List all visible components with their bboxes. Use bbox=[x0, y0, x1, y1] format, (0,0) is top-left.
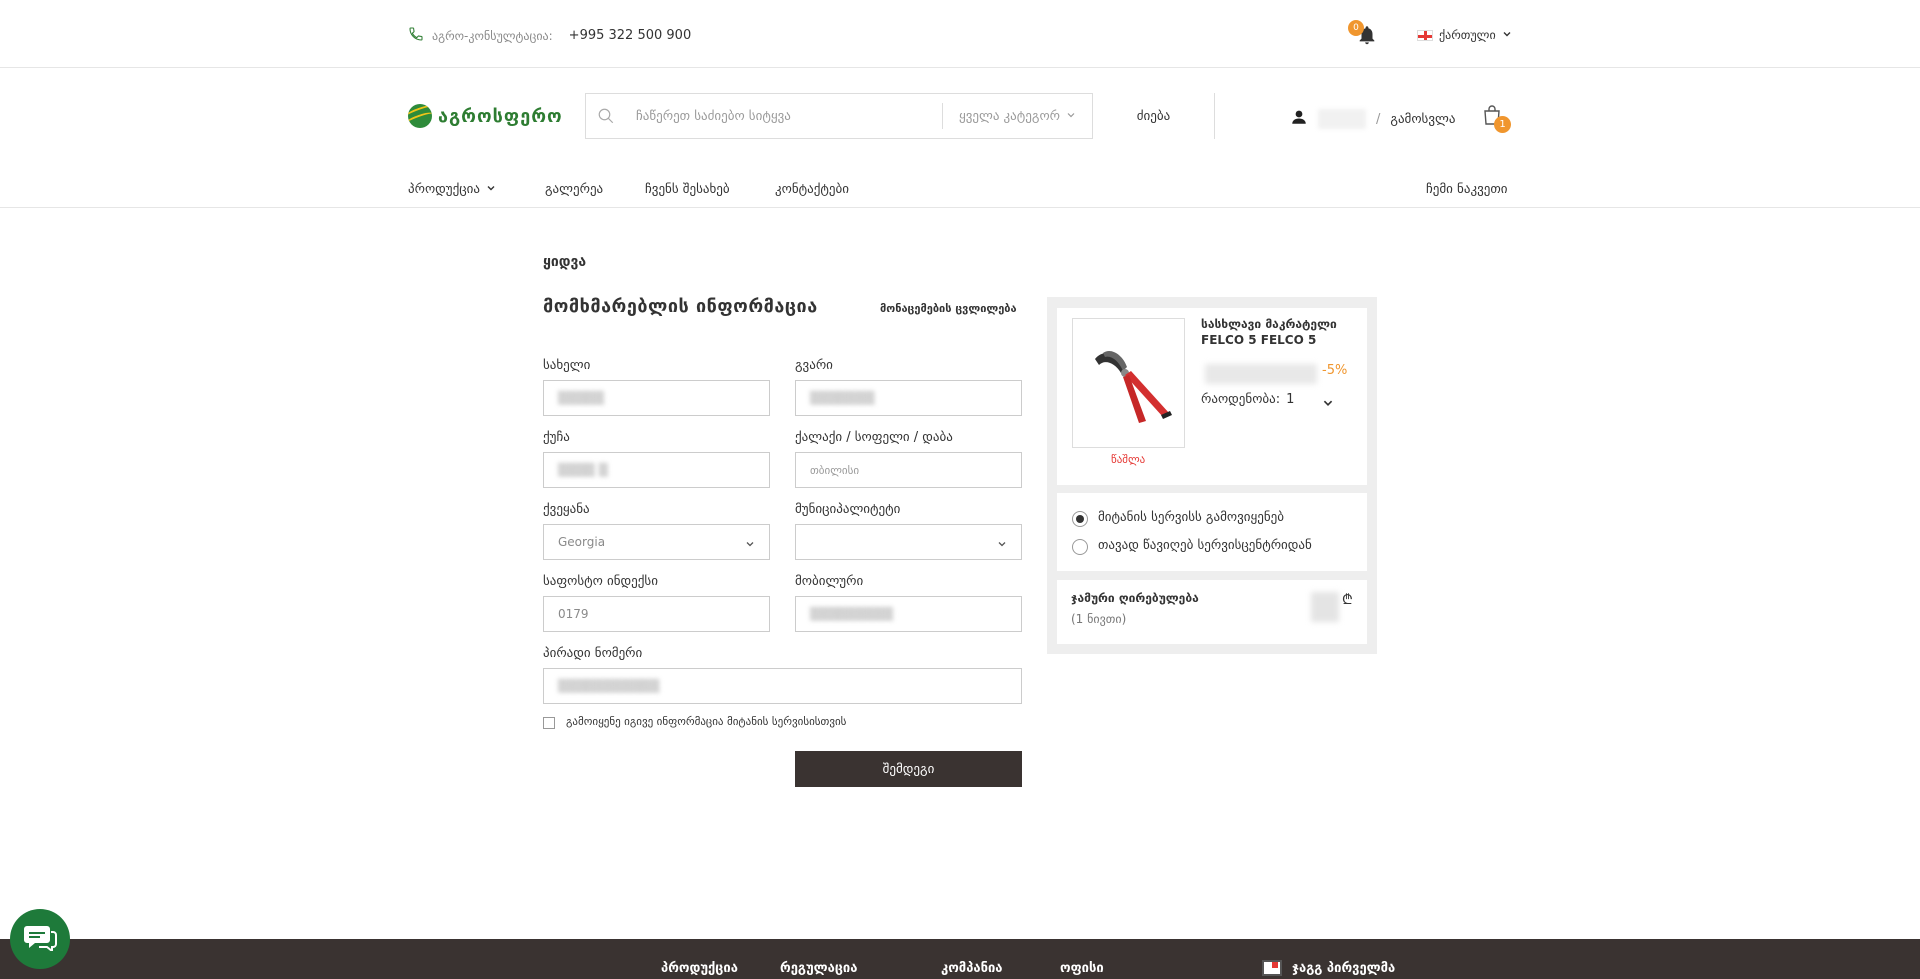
georgia-flag-icon bbox=[1417, 29, 1433, 41]
chat-button[interactable] bbox=[10, 909, 70, 969]
footer-first-brand[interactable]: ჯაგგ პირველმა bbox=[1292, 961, 1395, 976]
nav-products[interactable]: პროდუქცია bbox=[408, 182, 496, 197]
footer-regulation[interactable]: რეგულაცია bbox=[780, 961, 857, 976]
nav-products-label: პროდუქცია bbox=[408, 182, 481, 197]
postal-code-field[interactable]: 0179 bbox=[543, 596, 770, 632]
remove-item-link[interactable]: წაშლა bbox=[1111, 453, 1145, 466]
country-label: ქვეყანა bbox=[543, 502, 590, 517]
first-name-field[interactable]: ▒▒▒▒▒ bbox=[543, 380, 770, 416]
chevron-down-icon bbox=[1502, 28, 1512, 42]
chevron-down-icon[interactable] bbox=[1322, 394, 1334, 413]
product-title[interactable]: სასხლავი მაკრატელი FELCO 5 FELCO 5 bbox=[1201, 316, 1351, 348]
postal-code-label: საფოსტო ინდექსი bbox=[543, 574, 658, 589]
brand-flag-icon bbox=[1262, 960, 1282, 976]
country-value: Georgia bbox=[558, 535, 606, 549]
same-info-checkbox-label: გამოიყენე იგივე ინფორმაცია მიტანის სერვი… bbox=[566, 715, 847, 728]
city-field[interactable]: თბილისი bbox=[795, 452, 1022, 488]
pickup-radio[interactable] bbox=[1072, 539, 1088, 555]
logo-icon bbox=[408, 104, 432, 128]
same-info-checkbox[interactable] bbox=[543, 717, 555, 729]
personal-id-label: პირადი ნომერი bbox=[543, 646, 643, 661]
phone-label: აგრო-კონსულტაცია: bbox=[432, 28, 553, 43]
user-name[interactable] bbox=[1318, 109, 1366, 129]
chat-icon bbox=[23, 923, 57, 955]
last-name-field[interactable]: ▒▒▒▒▒▒▒ bbox=[795, 380, 1022, 416]
total-items: (1 ნივთი) bbox=[1071, 612, 1127, 626]
product-price bbox=[1205, 364, 1317, 384]
chevron-down-icon bbox=[745, 538, 755, 552]
separator: / bbox=[1376, 111, 1381, 127]
pruning-shears-icon bbox=[1095, 350, 1172, 423]
notifications-button[interactable]: 0 bbox=[1348, 20, 1376, 45]
city-placeholder: თბილისი bbox=[810, 463, 860, 477]
street-label: ქუჩა bbox=[543, 430, 570, 445]
footer-products[interactable]: პროდუქცია bbox=[661, 961, 738, 976]
nav-my-orders[interactable]: ჩემი ნაკვეთი bbox=[1426, 182, 1507, 197]
quantity-label: რაოდენობა: bbox=[1201, 392, 1281, 407]
municipality-select[interactable] bbox=[795, 524, 1022, 560]
logout-link[interactable]: გამოსვლა bbox=[1390, 112, 1455, 127]
main-nav: პროდუქცია გალერეა ჩვენს შესახებ კონტაქტე… bbox=[0, 172, 1920, 208]
last-name-label: გვარი bbox=[795, 358, 833, 373]
city-label: ქალაქი / სოფელი / დაბა bbox=[795, 430, 953, 445]
total-amount bbox=[1311, 592, 1339, 622]
search-icon bbox=[586, 107, 626, 125]
phone-number[interactable]: +995 322 500 900 bbox=[569, 28, 692, 43]
cart-badge: 1 bbox=[1494, 116, 1511, 133]
chevron-down-icon bbox=[486, 182, 496, 197]
chevron-down-icon bbox=[1066, 109, 1076, 124]
nav-gallery[interactable]: გალერეა bbox=[545, 182, 603, 197]
user-icon[interactable] bbox=[1290, 108, 1308, 130]
header: აგროსფერო ყველა კატეგორ ძიება / გამოსვლა… bbox=[0, 68, 1920, 208]
user-area: / გამოსვლა bbox=[1290, 108, 1455, 130]
pickup-option-label: თავად წავიღებ სერვისცენტრიდან bbox=[1098, 538, 1312, 553]
mobile-label: მობილური bbox=[795, 574, 864, 589]
breadcrumb: ყიდვა bbox=[543, 254, 587, 270]
first-name-label: სახელი bbox=[543, 358, 591, 373]
discount-badge: -5% bbox=[1322, 363, 1348, 378]
footer-office[interactable]: ოფისი bbox=[1060, 961, 1104, 976]
quantity-value[interactable]: 1 bbox=[1286, 392, 1294, 407]
cart-button[interactable]: 1 bbox=[1482, 104, 1511, 133]
country-select[interactable]: Georgia bbox=[543, 524, 770, 560]
language-label: ქართული bbox=[1439, 28, 1496, 42]
product-image[interactable] bbox=[1072, 318, 1185, 448]
next-button[interactable]: შემდეგი bbox=[795, 751, 1022, 787]
street-field[interactable]: ▒▒▒▒ ▒ bbox=[543, 452, 770, 488]
logo[interactable]: აგროსფერო bbox=[408, 104, 563, 128]
currency-symbol: ₾ bbox=[1342, 592, 1353, 608]
municipality-label: მუნიციპალიტეტი bbox=[795, 502, 901, 517]
change-data-link[interactable]: მონაცემების ცვლილება bbox=[880, 302, 1017, 315]
delivery-option-label: მიტანის სერვისს გამოვიყენებ bbox=[1098, 510, 1284, 525]
notifications-badge: 0 bbox=[1348, 20, 1364, 36]
category-select[interactable]: ყველა კატეგორ bbox=[942, 103, 1092, 129]
top-bar: აგრო-კონსულტაცია: +995 322 500 900 0 ქარ… bbox=[0, 0, 1920, 68]
search-button[interactable]: ძიება bbox=[1092, 93, 1214, 139]
personal-id-field[interactable]: ▒▒▒▒▒▒▒▒▒▒▒ bbox=[543, 668, 1022, 704]
footer-company[interactable]: კომპანია bbox=[941, 961, 1003, 976]
chevron-down-icon bbox=[997, 538, 1007, 552]
search-bar: ყველა კატეგორ ძიება bbox=[585, 93, 1215, 139]
footer: პროდუქცია რეგულაცია კომპანია ოფისი ჯაგგ … bbox=[0, 939, 1920, 979]
phone-info: აგრო-კონსულტაცია: +995 322 500 900 bbox=[408, 26, 691, 45]
page-title: მომხმარებლის ინფორმაცია bbox=[543, 296, 818, 317]
nav-about[interactable]: ჩვენს შესახებ bbox=[645, 182, 730, 197]
delivery-options bbox=[1057, 493, 1367, 571]
language-selector[interactable]: ქართული bbox=[1417, 28, 1512, 42]
search-input[interactable] bbox=[626, 94, 942, 138]
total-label: ჯამური ღირებულება bbox=[1071, 591, 1199, 605]
nav-contacts[interactable]: კონტაქტები bbox=[775, 182, 849, 197]
category-select-label: ყველა კატეგორ bbox=[958, 108, 1061, 124]
quantity: რაოდენობა: 1 bbox=[1201, 392, 1294, 407]
postal-code-value: 0179 bbox=[558, 607, 589, 621]
logo-text: აგროსფერო bbox=[438, 105, 563, 127]
delivery-radio[interactable] bbox=[1072, 511, 1088, 527]
mobile-field[interactable]: ▒▒▒▒▒▒▒▒▒ bbox=[795, 596, 1022, 632]
phone-icon bbox=[408, 26, 424, 45]
